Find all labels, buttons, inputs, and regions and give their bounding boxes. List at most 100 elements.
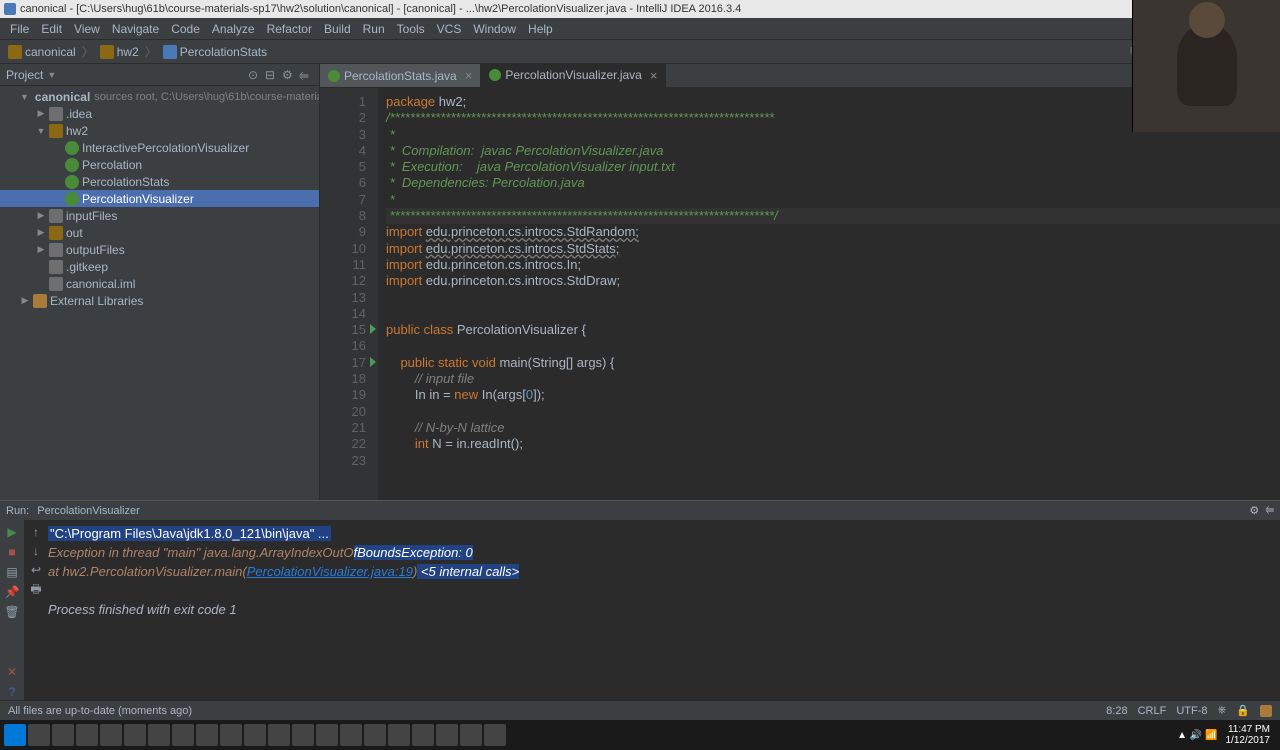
close-icon[interactable]: × [465, 68, 473, 83]
trash-icon[interactable]: 🗑 [4, 604, 20, 620]
task-icon[interactable] [340, 724, 362, 746]
menu-code[interactable]: Code [165, 22, 206, 36]
external-libraries[interactable]: ▶ External Libraries [0, 292, 319, 309]
menu-file[interactable]: File [4, 22, 35, 36]
collapse-icon[interactable]: ⊟ [265, 68, 279, 82]
task-icon[interactable] [460, 724, 482, 746]
task-icon[interactable] [100, 724, 122, 746]
task-icon[interactable] [76, 724, 98, 746]
task-icon[interactable] [484, 724, 506, 746]
menu-vcs[interactable]: VCS [431, 22, 468, 36]
code-content[interactable]: package hw2;/***************************… [378, 88, 1280, 500]
wrap-icon[interactable]: ↩ [28, 562, 44, 578]
chevron-down-icon[interactable]: ▼ [47, 70, 56, 80]
gear-icon[interactable]: ⚙ [1249, 504, 1259, 517]
console-output[interactable]: ↑ ↓ ↩ 🖶 "C:\Program Files\Java\jdk1.8.0_… [24, 520, 1280, 700]
chevron-icon[interactable]: ▼ [36, 126, 46, 136]
chevron-icon[interactable]: ▶ [36, 227, 46, 238]
tree-item-percolation[interactable]: Percolation [0, 156, 319, 173]
tree-item-.gitkeep[interactable]: .gitkeep [0, 258, 319, 275]
code-editor[interactable]: 1234567891011121314151617181920212223 pa… [320, 88, 1280, 500]
tray-icons[interactable]: ▲ 🔊 📶 [1177, 730, 1217, 741]
task-icon[interactable] [196, 724, 218, 746]
chevron-icon[interactable]: ▶ [36, 108, 46, 119]
run-side-toolbar[interactable]: ▶ ■ ▤ 📌 🗑 ✕ ? [0, 520, 24, 700]
menu-bar[interactable]: FileEditViewNavigateCodeAnalyzeRefactorB… [0, 18, 1280, 40]
line-separator[interactable]: CRLF [1138, 705, 1167, 717]
project-title[interactable]: Project [6, 68, 43, 82]
lock-icon[interactable]: 🔒 [1236, 704, 1250, 717]
task-icon[interactable] [436, 724, 458, 746]
tree-item-percolationstats[interactable]: PercolationStats [0, 173, 319, 190]
chevron-icon[interactable]: ▶ [36, 210, 46, 221]
task-icon[interactable] [52, 724, 74, 746]
breadcrumb-item[interactable]: hw2 [100, 45, 139, 59]
tree-item-outputfiles[interactable]: ▶outputFiles [0, 241, 319, 258]
start-button[interactable] [4, 724, 26, 746]
chevron-icon[interactable]: ▶ [36, 244, 46, 255]
task-icon[interactable] [364, 724, 386, 746]
task-icon[interactable] [292, 724, 314, 746]
pin-icon[interactable]: 📌 [4, 584, 20, 600]
down-icon[interactable]: ↓ [28, 543, 44, 559]
tree-item-percolationvisualizer[interactable]: PercolationVisualizer [0, 190, 319, 207]
task-icon[interactable] [220, 724, 242, 746]
stacktrace-link[interactable]: PercolationVisualizer.java:19 [247, 564, 413, 579]
layout-icon[interactable]: ▤ [4, 564, 20, 580]
menu-window[interactable]: Window [467, 22, 522, 36]
tree-item-.idea[interactable]: ▶.idea [0, 105, 319, 122]
file-encoding[interactable]: UTF-8 [1176, 705, 1207, 717]
menu-tools[interactable]: Tools [391, 22, 431, 36]
tree-item-inputfiles[interactable]: ▶inputFiles [0, 207, 319, 224]
task-icon[interactable] [412, 724, 434, 746]
hide-icon[interactable]: ⥢ [1265, 504, 1274, 517]
print-icon[interactable]: 🖶 [28, 581, 44, 597]
task-icon[interactable] [244, 724, 266, 746]
breadcrumb-item[interactable]: PercolationStats [163, 45, 267, 59]
task-icon[interactable] [148, 724, 170, 746]
windows-taskbar[interactable]: ▲ 🔊 📶 11:47 PM 1/12/2017 [0, 720, 1280, 750]
menu-analyze[interactable]: Analyze [206, 22, 261, 36]
menu-navigate[interactable]: Navigate [106, 22, 165, 36]
autoscroll-icon[interactable]: ⊙ [248, 68, 262, 82]
close-icon[interactable]: ✕ [4, 664, 20, 680]
task-icon[interactable] [388, 724, 410, 746]
task-icon[interactable] [124, 724, 146, 746]
menu-help[interactable]: Help [522, 22, 559, 36]
rerun-icon[interactable]: ▶ [4, 524, 20, 540]
system-clock[interactable]: 11:47 PM 1/12/2017 [1226, 724, 1271, 746]
close-icon[interactable]: × [650, 68, 658, 83]
task-icon[interactable] [172, 724, 194, 746]
task-icon[interactable] [316, 724, 338, 746]
tree-item-interactivepercolationvisualizer[interactable]: InteractivePercolationVisualizer [0, 139, 319, 156]
menu-view[interactable]: View [68, 22, 106, 36]
gear-icon[interactable]: ⚙ [282, 68, 296, 82]
menu-run[interactable]: Run [357, 22, 391, 36]
gutter[interactable]: 1234567891011121314151617181920212223 [320, 88, 378, 500]
menu-edit[interactable]: Edit [35, 22, 68, 36]
caret-position[interactable]: 8:28 [1106, 705, 1127, 717]
context-icon[interactable]: ⎈ [1217, 704, 1226, 717]
tab-PercolationVisualizer.java[interactable]: PercolationVisualizer.java× [481, 64, 666, 87]
task-icon[interactable] [28, 724, 50, 746]
tree-item-hw2[interactable]: ▼hw2 [0, 122, 319, 139]
run-config-name[interactable]: PercolationVisualizer [37, 505, 140, 517]
menu-build[interactable]: Build [318, 22, 357, 36]
tree-root[interactable]: ▼ canonical sources root, C:\Users\hug\6… [0, 88, 319, 105]
stop-icon[interactable]: ■ [4, 544, 20, 560]
breadcrumb-item[interactable]: canonical [8, 45, 76, 59]
tab-PercolationStats.java[interactable]: PercolationStats.java× [320, 64, 481, 87]
project-tree[interactable]: ▼ canonical sources root, C:\Users\hug\6… [0, 86, 319, 500]
hide-icon[interactable]: ⥢ [299, 68, 313, 82]
tree-item-out[interactable]: ▶out [0, 224, 319, 241]
run-gutter-icon[interactable] [370, 357, 376, 367]
menu-refactor[interactable]: Refactor [261, 22, 318, 36]
breadcrumb-bar: canonical〉hw2〉PercolationStats ⧉ Percola… [0, 40, 1280, 64]
help-icon[interactable]: ? [4, 684, 20, 700]
class-icon [163, 45, 177, 59]
run-gutter-icon[interactable] [370, 324, 376, 334]
task-icon[interactable] [268, 724, 290, 746]
up-icon[interactable]: ↑ [28, 524, 44, 540]
inspections-icon[interactable] [1260, 705, 1272, 717]
tree-item-canonical.iml[interactable]: canonical.iml [0, 275, 319, 292]
